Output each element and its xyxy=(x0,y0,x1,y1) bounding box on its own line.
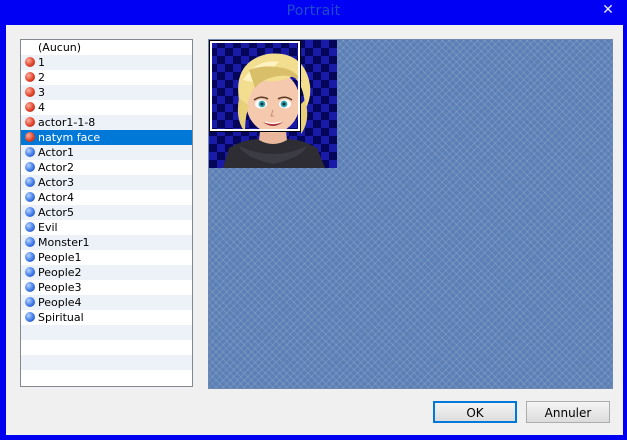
list-item-label: Monster1 xyxy=(38,236,90,249)
face-selection-frame xyxy=(209,40,301,132)
list-item[interactable]: Actor5 xyxy=(21,205,192,220)
list-empty-row xyxy=(21,370,192,385)
list-item[interactable]: People4 xyxy=(21,295,192,310)
list-item[interactable]: Monster1 xyxy=(21,235,192,250)
list-item[interactable]: 2 xyxy=(21,70,192,85)
face-file-list[interactable]: (Aucun) 1 2 3 4 actor1-1-8 natym face Actor1 Act… xyxy=(20,39,193,387)
list-item-label: Actor3 xyxy=(38,176,74,189)
red-dot-icon xyxy=(25,87,35,97)
blue-dot-icon xyxy=(25,222,35,232)
list-item-label: Actor5 xyxy=(38,206,74,219)
list-empty-row xyxy=(21,340,192,355)
list-item[interactable]: 1 xyxy=(21,55,192,70)
blue-dot-icon xyxy=(25,267,35,277)
list-empty-row xyxy=(21,325,192,340)
blue-dot-icon xyxy=(25,177,35,187)
list-item-label: actor1-1-8 xyxy=(38,116,96,129)
blue-dot-icon xyxy=(25,312,35,322)
list-item-label: natym face xyxy=(38,131,101,144)
red-dot-icon xyxy=(25,57,35,67)
list-item-label: (Aucun) xyxy=(38,41,82,54)
list-item-label: Actor2 xyxy=(38,161,74,174)
list-item-label: People3 xyxy=(38,281,82,294)
list-item[interactable]: natym face xyxy=(21,130,192,145)
list-item[interactable]: actor1-1-8 xyxy=(21,115,192,130)
cancel-button[interactable]: Annuler xyxy=(526,401,610,423)
blue-dot-icon xyxy=(25,297,35,307)
list-item-label: Actor4 xyxy=(38,191,74,204)
list-item-label: 2 xyxy=(38,71,45,84)
blue-dot-icon xyxy=(25,252,35,262)
red-dot-icon xyxy=(25,132,35,142)
list-item[interactable]: Actor2 xyxy=(21,160,192,175)
list-item-label: People2 xyxy=(38,266,82,279)
list-item-label: 3 xyxy=(38,86,45,99)
blue-dot-icon xyxy=(25,207,35,217)
list-item-label: Actor1 xyxy=(38,146,74,159)
red-dot-icon xyxy=(25,72,35,82)
list-item-label: Spiritual xyxy=(38,311,84,324)
list-empty-row xyxy=(21,355,192,370)
blue-dot-icon xyxy=(25,237,35,247)
list-item-label: Evil xyxy=(38,221,58,234)
list-item-label: People4 xyxy=(38,296,82,309)
window-title: Portrait xyxy=(286,3,341,19)
red-dot-icon xyxy=(25,117,35,127)
blue-dot-icon xyxy=(25,192,35,202)
list-item[interactable]: Evil xyxy=(21,220,192,235)
blue-dot-icon xyxy=(25,282,35,292)
list-item[interactable]: 3 xyxy=(21,85,192,100)
list-item[interactable]: Actor3 xyxy=(21,175,192,190)
list-item[interactable]: Actor4 xyxy=(21,190,192,205)
list-item[interactable]: Actor1 xyxy=(21,145,192,160)
face-preview-area[interactable] xyxy=(208,39,613,389)
list-item-label: 4 xyxy=(38,101,45,114)
red-dot-icon xyxy=(25,102,35,112)
list-item[interactable]: People1 xyxy=(21,250,192,265)
list-item[interactable]: 4 xyxy=(21,100,192,115)
blue-dot-icon xyxy=(25,147,35,157)
close-icon[interactable]: ✕ xyxy=(595,0,621,20)
face-sheet-image[interactable] xyxy=(209,40,337,168)
list-item[interactable]: People2 xyxy=(21,265,192,280)
title-bar: Portrait ✕ xyxy=(0,0,627,24)
dialog-body: (Aucun) 1 2 3 4 actor1-1-8 natym face Actor1 Act… xyxy=(6,25,623,435)
ok-button[interactable]: OK xyxy=(433,401,517,423)
list-item[interactable]: (Aucun) xyxy=(21,40,192,55)
list-item-label: People1 xyxy=(38,251,82,264)
list-item[interactable]: People3 xyxy=(21,280,192,295)
blue-dot-icon xyxy=(25,162,35,172)
list-item-label: 1 xyxy=(38,56,45,69)
list-item[interactable]: Spiritual xyxy=(21,310,192,325)
